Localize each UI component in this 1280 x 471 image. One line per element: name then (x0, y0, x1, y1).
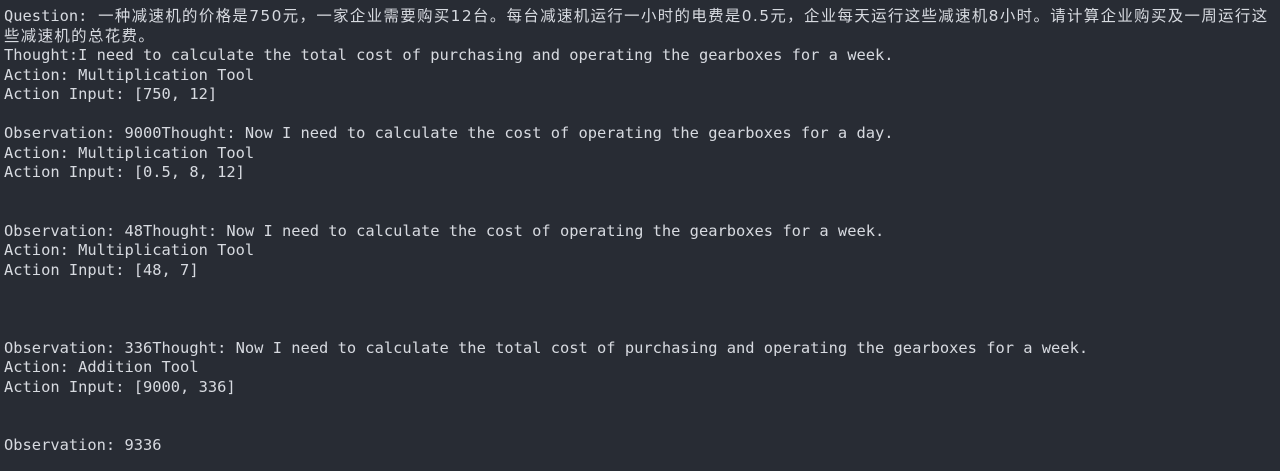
action-line: Action: Addition Tool (4, 358, 199, 376)
question-text: 一种减速机的价格是750元，一家企业需要购买12台。每台减速机运行一小时的电费是… (4, 7, 1269, 45)
action-input-line: Action Input: [750, 12] (4, 85, 218, 103)
action-line: Action: Multiplication Tool (4, 241, 255, 259)
thought-line: Thought:I need to calculate the total co… (4, 46, 894, 64)
observation-line: Observation: 336Thought: Now I need to c… (4, 338, 1089, 357)
action-line: Action: Multiplication Tool (4, 143, 255, 162)
observation-line: Observation: 9000Thought: Now I need to … (4, 124, 894, 142)
question-label: Question: (4, 7, 88, 25)
action-input-line: Action Input: [0.5, 8, 12] (4, 163, 245, 181)
observation-line: Observation: 48Thought: Now I need to ca… (4, 221, 885, 240)
action-line: Action: Multiplication Tool (4, 65, 255, 84)
action-input-line: Action Input: [9000, 336] (4, 377, 236, 396)
final-observation-line: Observation: 9336 (4, 436, 162, 454)
terminal-output: Question: 一种减速机的价格是750元，一家企业需要购买12台。每台减速… (0, 0, 1280, 471)
action-input-line: Action Input: [48, 7] (4, 260, 199, 279)
question-line: Question: 一种减速机的价格是750元，一家企业需要购买12台。每台减速… (4, 7, 1276, 46)
